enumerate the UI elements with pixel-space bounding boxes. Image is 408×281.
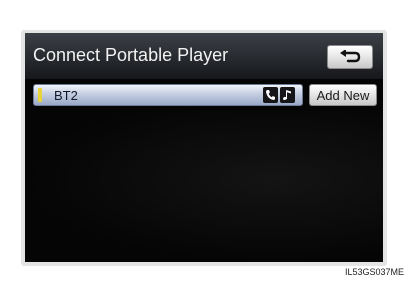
music-note-icon [280, 87, 295, 103]
device-list-empty-area [25, 111, 383, 262]
display-screen: Connect Portable Player BT2 Add New [25, 33, 383, 262]
screen-title: Connect Portable Player [33, 45, 229, 65]
device-item-bt2[interactable]: BT2 [33, 84, 303, 106]
phone-icon [263, 87, 278, 103]
add-new-button[interactable]: Add New [309, 84, 377, 106]
return-arrow-icon [340, 50, 361, 63]
device-row: BT2 Add New [25, 80, 383, 110]
header-bar: Connect Portable Player [25, 33, 383, 79]
device-name: BT2 [54, 88, 78, 103]
back-button[interactable] [327, 45, 373, 69]
figure-reference-code: IL53GS037ME [344, 267, 404, 277]
active-device-indicator [38, 88, 42, 102]
